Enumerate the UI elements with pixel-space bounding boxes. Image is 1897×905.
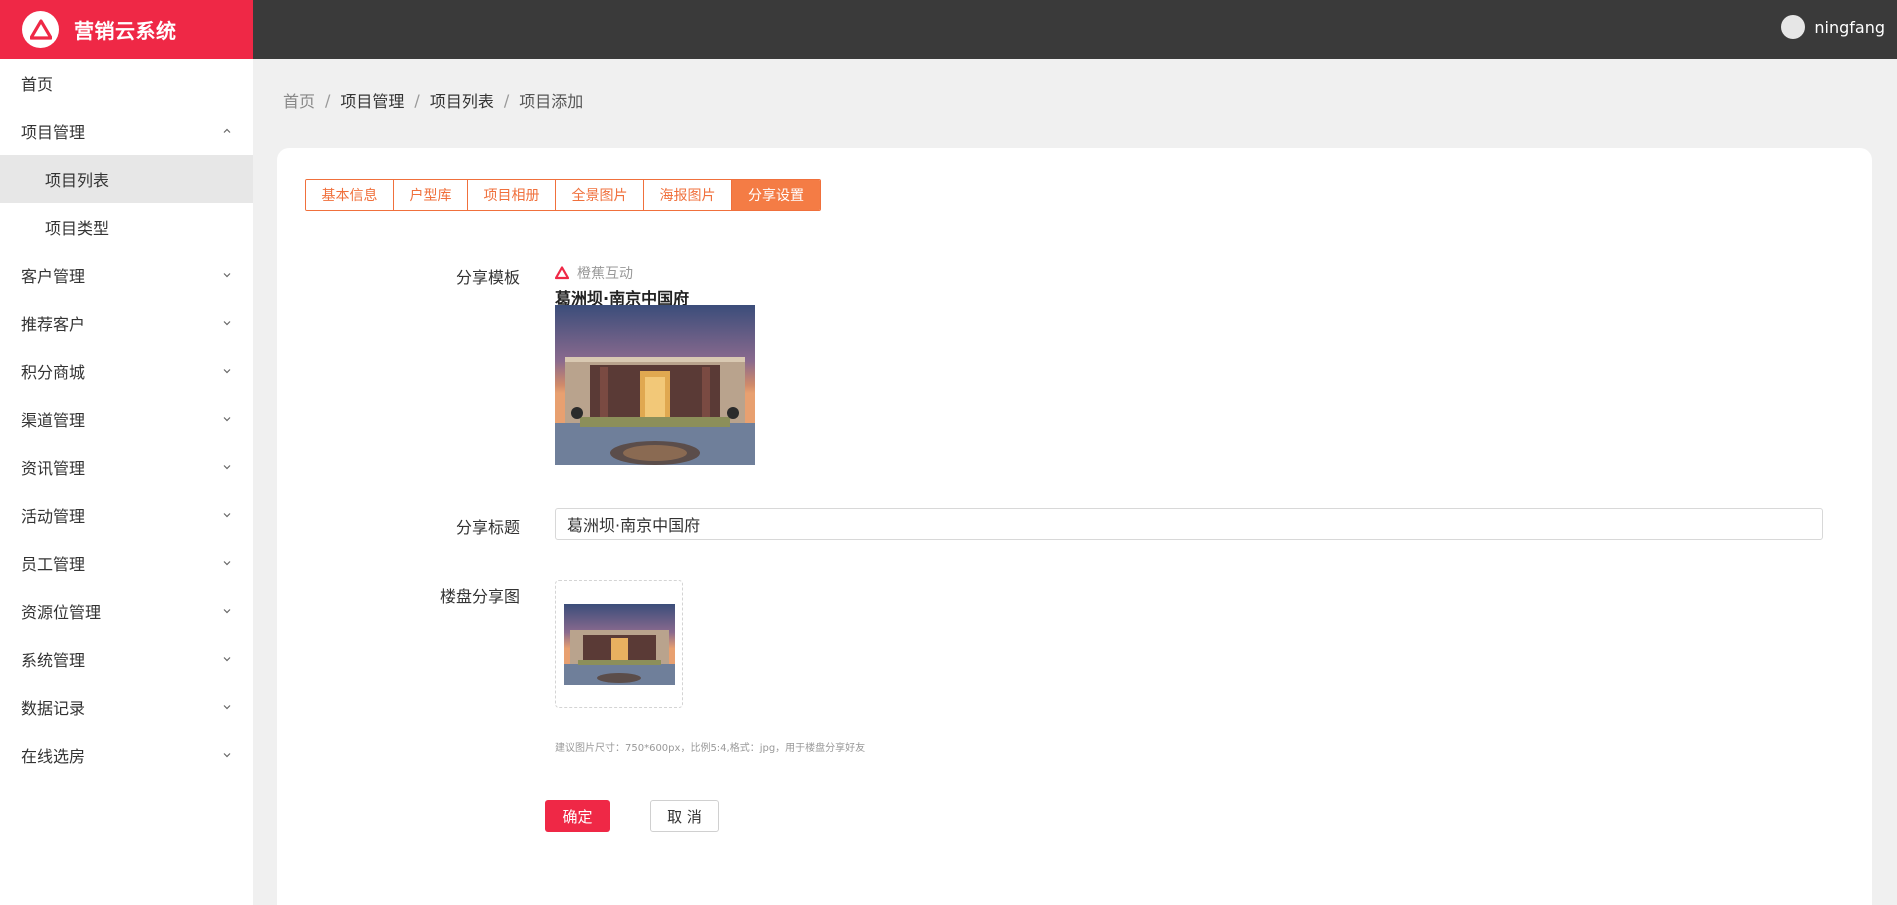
chevron-down-icon bbox=[223, 321, 231, 326]
sidebar-item-label: 项目列表 bbox=[45, 171, 110, 190]
sidebar-item-online-room-selection[interactable]: 在线选房 bbox=[0, 731, 253, 779]
sidebar-item-recommend-customer[interactable]: 推荐客户 bbox=[0, 299, 253, 347]
share-image-label: 楼盘分享图 bbox=[439, 587, 520, 606]
breadcrumb-current: 项目添加 bbox=[519, 92, 584, 111]
sidebar-item-customer-management[interactable]: 客户管理 bbox=[0, 251, 253, 299]
sidebar-item-system-management[interactable]: 系统管理 bbox=[0, 635, 253, 683]
sidebar-item-label: 推荐客户 bbox=[21, 315, 86, 334]
sidebar-item-label: 客户管理 bbox=[21, 267, 86, 286]
chevron-down-icon bbox=[223, 609, 231, 614]
chevron-down-icon bbox=[223, 513, 231, 518]
tab-panorama-images[interactable]: 全景图片 bbox=[556, 180, 644, 210]
sidebar-item-data-records[interactable]: 数据记录 bbox=[0, 683, 253, 731]
cancel-button[interactable]: 取 消 bbox=[650, 800, 719, 832]
content-card: 基本信息 户型库 项目相册 全景图片 海报图片 分享设置 分享模板 橙蕉互动 葛… bbox=[277, 148, 1872, 905]
sidebar-subitem-project-list[interactable]: 项目列表 bbox=[0, 155, 253, 203]
chevron-down-icon bbox=[223, 561, 231, 566]
chevron-down-icon bbox=[223, 657, 231, 662]
sidebar-item-channel-management[interactable]: 渠道管理 bbox=[0, 395, 253, 443]
sidebar-item-home[interactable]: 首页 bbox=[0, 59, 253, 107]
tab-project-album[interactable]: 项目相册 bbox=[468, 180, 556, 210]
confirm-button[interactable]: 确定 bbox=[545, 800, 610, 832]
sidebar-item-label: 员工管理 bbox=[21, 555, 86, 574]
chevron-down-icon bbox=[223, 465, 231, 470]
sidebar-item-news-management[interactable]: 资讯管理 bbox=[0, 443, 253, 491]
template-building-image bbox=[555, 305, 755, 465]
sidebar-item-label: 渠道管理 bbox=[21, 411, 86, 430]
sidebar-item-label: 积分商城 bbox=[21, 363, 86, 382]
chevron-down-icon bbox=[223, 417, 231, 422]
share-image-thumbnail bbox=[563, 603, 675, 685]
brand-logo-icon bbox=[555, 266, 569, 280]
chevron-down-icon bbox=[223, 753, 231, 758]
sidebar-item-activity-management[interactable]: 活动管理 bbox=[0, 491, 253, 539]
breadcrumb: 首页 / 项目管理 / 项目列表 / 项目添加 bbox=[283, 88, 583, 112]
avatar[interactable] bbox=[1781, 15, 1806, 39]
app-title: 营销云系统 bbox=[74, 19, 177, 43]
share-title-input[interactable] bbox=[555, 508, 1823, 540]
sidebar-item-label: 系统管理 bbox=[21, 651, 86, 670]
tab-basic-info[interactable]: 基本信息 bbox=[306, 180, 394, 210]
sidebar-item-staff-management[interactable]: 员工管理 bbox=[0, 539, 253, 587]
sidebar-item-project-management[interactable]: 项目管理 bbox=[0, 107, 253, 155]
tab-floor-plans[interactable]: 户型库 bbox=[394, 180, 468, 210]
sidebar-item-label: 数据记录 bbox=[21, 699, 86, 718]
sidebar-item-label: 在线选房 bbox=[21, 747, 86, 766]
upload-hint: 建议图片尺寸：750*600px，比例5:4,格式：jpg，用于楼盘分享好友 bbox=[555, 743, 866, 754]
sidebar: 首页 项目管理 项目列表 项目类型 客户管理 推荐客户 积分商城 渠道管理 资讯… bbox=[0, 59, 253, 905]
tab-bar: 基本信息 户型库 项目相册 全景图片 海报图片 分享设置 bbox=[305, 179, 821, 211]
share-title-label: 分享标题 bbox=[455, 518, 520, 537]
tab-share-settings[interactable]: 分享设置 bbox=[732, 180, 820, 210]
chevron-up-icon bbox=[223, 128, 231, 133]
brand-header: 营销云系统 bbox=[0, 0, 253, 59]
chevron-down-icon bbox=[223, 369, 231, 374]
breadcrumb-project-list[interactable]: 项目列表 bbox=[430, 88, 494, 112]
chevron-down-icon bbox=[223, 705, 231, 710]
breadcrumb-separator: / bbox=[414, 90, 420, 110]
sidebar-item-label: 资讯管理 bbox=[21, 459, 86, 478]
sidebar-item-label: 活动管理 bbox=[21, 507, 86, 526]
sidebar-item-points-mall[interactable]: 积分商城 bbox=[0, 347, 253, 395]
sidebar-item-label: 首页 bbox=[21, 75, 54, 94]
sidebar-item-label: 项目类型 bbox=[45, 219, 110, 238]
template-title: 葛洲坝·南京中国府 bbox=[555, 289, 690, 308]
sidebar-item-label: 项目管理 bbox=[21, 123, 86, 142]
breadcrumb-separator: / bbox=[503, 90, 510, 110]
sidebar-subitem-project-type[interactable]: 项目类型 bbox=[0, 203, 253, 251]
share-template-label: 分享模板 bbox=[455, 268, 520, 287]
share-image-upload[interactable] bbox=[555, 580, 683, 708]
breadcrumb-home[interactable]: 首页 bbox=[283, 88, 315, 112]
sidebar-item-resource-management[interactable]: 资源位管理 bbox=[0, 587, 253, 635]
chevron-down-icon bbox=[223, 273, 231, 278]
user-menu[interactable]: ningfang bbox=[1781, 15, 1885, 39]
share-template-preview: 橙蕉互动 葛洲坝·南京中国府 bbox=[555, 264, 765, 465]
template-brand-row: 橙蕉互动 bbox=[555, 264, 765, 282]
tab-poster-images[interactable]: 海报图片 bbox=[644, 180, 732, 210]
username[interactable]: ningfang bbox=[1814, 18, 1885, 37]
template-brand-name: 橙蕉互动 bbox=[577, 266, 633, 282]
breadcrumb-separator: / bbox=[325, 90, 331, 110]
top-bar: ningfang bbox=[253, 0, 1897, 59]
breadcrumb-project-management[interactable]: 项目管理 bbox=[340, 88, 404, 112]
sidebar-item-label: 资源位管理 bbox=[21, 603, 102, 622]
brand-logo-icon bbox=[22, 11, 59, 48]
